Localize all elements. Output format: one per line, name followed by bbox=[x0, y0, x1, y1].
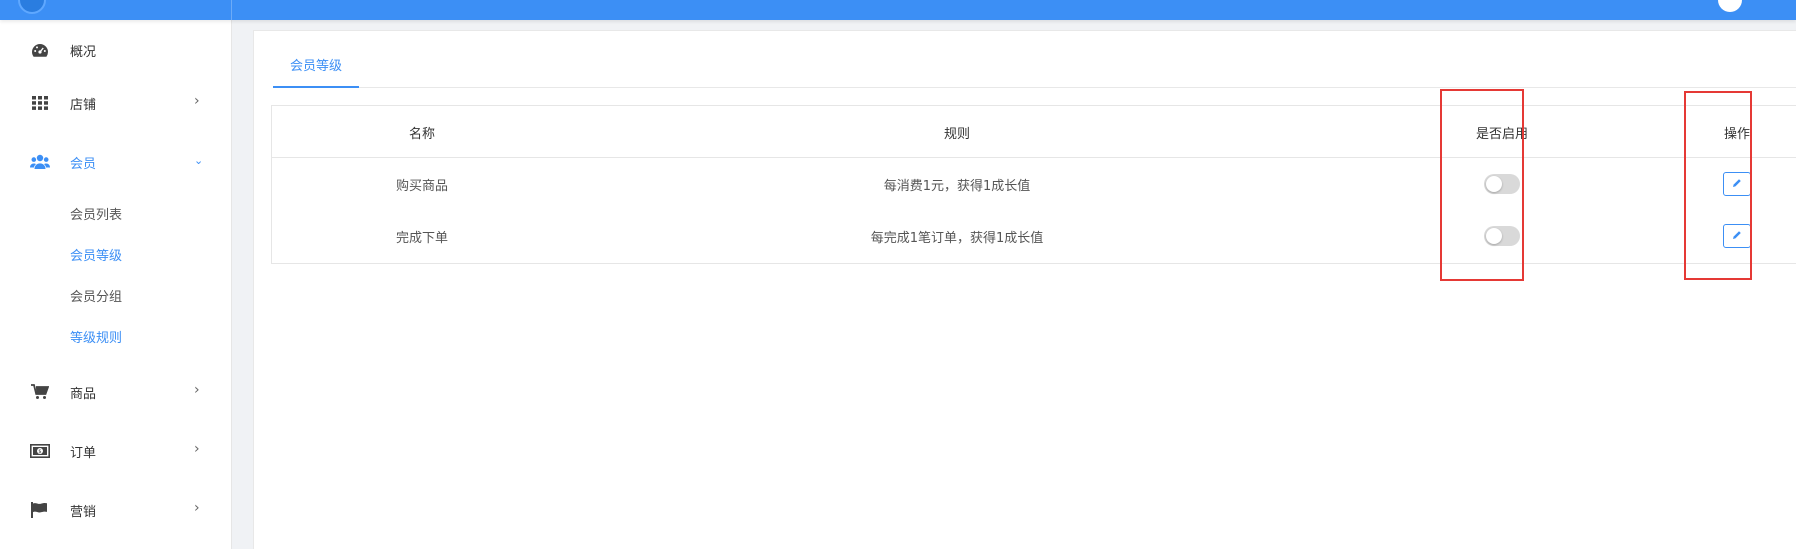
row-enabled-cell bbox=[1442, 210, 1562, 262]
top-header-bar bbox=[0, 0, 1796, 20]
submenu-member-group[interactable]: 会员分组 bbox=[70, 286, 122, 305]
column-header-enabled: 是否启用 bbox=[1475, 126, 1528, 142]
table-row: 完成下单 每完成1笔订单，获得1成长值 bbox=[272, 210, 1796, 262]
row-name: 购买商品 bbox=[395, 178, 448, 194]
enable-toggle[interactable] bbox=[1484, 174, 1520, 194]
column-header-rule: 规则 bbox=[943, 126, 970, 142]
toggle-knob bbox=[1486, 228, 1502, 244]
row-actions-cell bbox=[1682, 210, 1792, 262]
pencil-icon bbox=[1732, 177, 1742, 192]
grid-icon bbox=[30, 95, 50, 111]
row-rule: 每完成1笔订单，获得1成长值 bbox=[870, 230, 1044, 246]
sidebar-item-label: 商品 bbox=[70, 387, 97, 402]
toggle-knob bbox=[1486, 176, 1502, 192]
sidebar-item-label: 店铺 bbox=[70, 98, 97, 113]
row-actions-cell bbox=[1682, 158, 1792, 210]
sidebar-item-overview[interactable]: 概况 bbox=[0, 30, 231, 70]
chevron-right-icon: › bbox=[194, 441, 200, 457]
edit-button[interactable] bbox=[1723, 172, 1751, 196]
tab-bar: 会员等级 bbox=[273, 31, 1796, 88]
users-icon bbox=[30, 154, 50, 170]
chevron-right-icon: › bbox=[194, 93, 200, 109]
pencil-icon bbox=[1732, 229, 1742, 244]
sidebar-item-label: 营销 bbox=[70, 505, 97, 520]
chevron-right-icon: › bbox=[194, 382, 200, 398]
sidebar-item-member[interactable]: 会员 ⌄ bbox=[0, 142, 231, 182]
chevron-down-icon: ⌄ bbox=[194, 154, 204, 167]
sidebar-item-marketing[interactable]: 营销 › bbox=[0, 490, 231, 530]
svg-text:$: $ bbox=[38, 449, 41, 455]
row-rule: 每消费1元，获得1成长值 bbox=[883, 178, 1031, 194]
dashboard-icon bbox=[30, 42, 50, 58]
submenu-level-rules[interactable]: 等级规则 bbox=[70, 327, 122, 346]
money-icon: $ bbox=[30, 443, 50, 459]
submenu-member-level[interactable]: 会员等级 bbox=[70, 245, 122, 264]
sidebar-item-orders[interactable]: $ 订单 › bbox=[0, 431, 231, 471]
table-row: 购买商品 每消费1元，获得1成长值 bbox=[272, 158, 1796, 210]
enable-toggle[interactable] bbox=[1484, 226, 1520, 246]
column-header-name: 名称 bbox=[408, 126, 435, 142]
header-divider bbox=[231, 0, 232, 20]
sidebar-item-label: 订单 bbox=[70, 446, 97, 461]
sidebar-item-goods[interactable]: 商品 › bbox=[0, 372, 231, 412]
user-avatar-icon[interactable] bbox=[1718, 0, 1742, 12]
submenu-member-list[interactable]: 会员列表 bbox=[70, 204, 122, 223]
flag-icon bbox=[30, 502, 50, 518]
main-card: 会员等级 名称 规则 是否启用 操作 购买商品 每消费1元，获得1成长值 完成下… bbox=[253, 30, 1796, 549]
sidebar-item-label: 概况 bbox=[70, 45, 97, 60]
sidebar: 概况 店铺 › 会员 ⌄ 会员列表 会员等级 会员分组 等级规则 商品 › $ … bbox=[0, 20, 232, 549]
column-header-actions: 操作 bbox=[1723, 126, 1750, 142]
edit-button[interactable] bbox=[1723, 224, 1751, 248]
tab-member-level[interactable]: 会员等级 bbox=[273, 55, 360, 88]
sidebar-item-store[interactable]: 店铺 › bbox=[0, 83, 231, 123]
row-enabled-cell bbox=[1442, 158, 1562, 210]
sidebar-item-label: 会员 bbox=[70, 157, 97, 172]
table-header-row: 名称 规则 是否启用 操作 bbox=[272, 106, 1796, 158]
cart-icon bbox=[30, 384, 50, 400]
row-name: 完成下单 bbox=[395, 230, 448, 246]
chevron-right-icon: › bbox=[194, 500, 200, 516]
logo-icon[interactable] bbox=[18, 0, 46, 14]
level-rules-table: 名称 规则 是否启用 操作 购买商品 每消费1元，获得1成长值 完成下单 每完成… bbox=[271, 105, 1796, 264]
